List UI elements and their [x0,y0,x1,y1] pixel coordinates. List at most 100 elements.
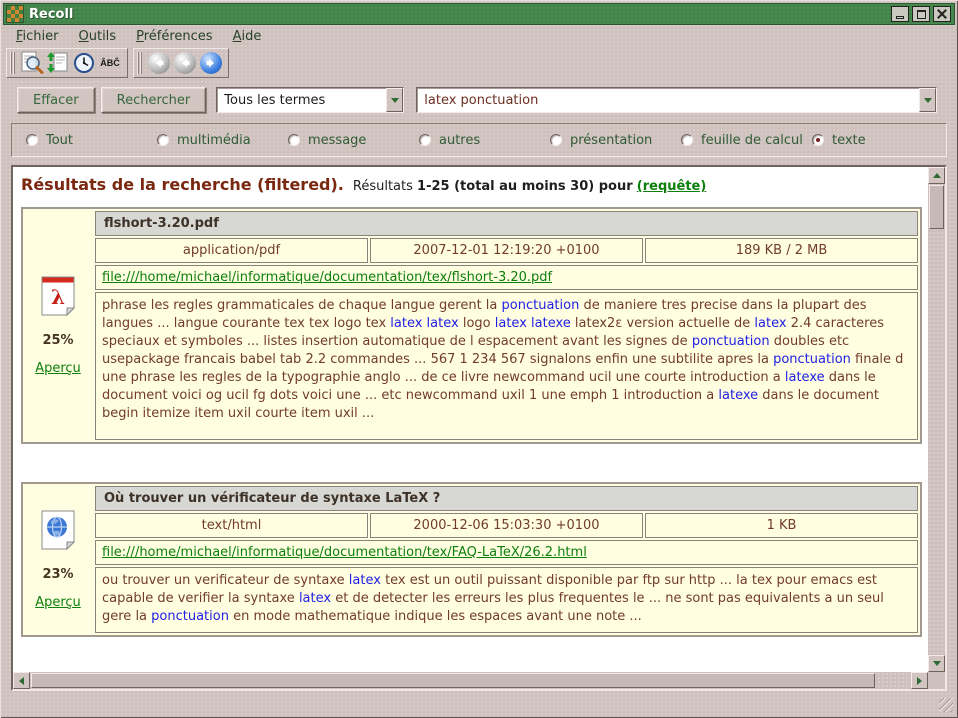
history-clock-icon[interactable] [71,50,97,76]
maximize-button[interactable] [912,6,930,22]
maximize-icon [917,10,926,19]
radio-label: présentation [570,133,652,148]
relevance-percent: 23% [42,567,73,582]
radio-autres[interactable]: autres [419,133,550,148]
previous-page-icon[interactable] [172,50,198,76]
scroll-left-button[interactable] [13,672,30,689]
preview-link[interactable]: Aperçu [35,361,81,376]
term-explorer-icon[interactable]: ÂBĈ [97,50,123,76]
window-controls [891,6,951,22]
next-page-icon[interactable] [198,50,224,76]
scrollbar-corner [928,672,945,689]
pdf-file-icon[interactable]: λ [41,276,75,320]
radio-selected-dot [816,138,820,142]
radio-pr-sentation[interactable]: présentation [550,133,681,148]
recoll-app-icon [7,6,23,22]
modified-date: 2000-12-06 15:03:30 +0100 [370,513,643,538]
radio-texte[interactable]: texte [812,133,866,148]
result-title: Où trouver un vérificateur de syntaxe La… [95,486,918,511]
highlighted-term: latex [754,316,786,331]
search-mode-dropdown-button[interactable] [386,88,403,112]
horizontal-scrollbar-thumb[interactable] [31,673,875,688]
radio-feuille-de-calcul[interactable]: feuille de calcul [681,133,812,148]
html-file-icon[interactable] [41,510,75,554]
radio-button-icon[interactable] [550,134,562,146]
radio-button-icon[interactable] [419,134,431,146]
minimize-icon [896,16,904,19]
document-preview-icon[interactable] [19,50,45,76]
close-button[interactable] [933,6,951,22]
scroll-down-button[interactable] [928,655,945,672]
radio-tout[interactable]: Tout [26,133,157,148]
radio-button-icon[interactable] [26,134,38,146]
arrow-down-icon [933,661,941,666]
arrow-up-icon [933,173,941,178]
menu-item-prfrences[interactable]: Préférences [129,27,219,46]
result-right-column: Où trouver un vérificateur de syntaxe La… [93,484,920,635]
radio-button-icon[interactable] [681,134,693,146]
result-url-row: file:///home/michael/informatique/docume… [95,540,918,565]
result-meta-row: application/pdf2007-12-01 12:19:20 +0100… [95,238,918,263]
toolbar-group-nav [133,48,229,78]
highlighted-term: ponctuation [692,334,770,349]
result-snippet: ou trouver un verificateur de syntaxe la… [95,567,918,633]
minimize-button[interactable] [891,6,909,22]
result-snippet: phrase les regles grammaticales de chaqu… [95,292,918,440]
statusbar [3,691,955,713]
preview-link[interactable]: Aperçu [35,595,81,610]
vertical-scrollbar[interactable] [928,167,945,672]
toolbar-group-main: ÂBĈ [6,48,128,78]
menubar: Fichier Outils Préférences Aide [3,25,955,47]
result-url-row: file:///home/michael/informatique/docume… [95,265,918,290]
highlighted-term: latex latexe [495,316,571,331]
radio-button-icon[interactable] [157,134,169,146]
arrow-right-icon [917,677,922,685]
first-page-icon[interactable] [146,50,172,76]
recoll-window: Recoll Fichier Outils Préférences Aide [0,0,958,718]
result-item: 23% Aperçu Où trouver un vérificateur de s… [21,482,922,637]
highlighted-term: ponctuation [502,298,580,313]
highlighted-term: latexe [718,388,758,403]
query-combobox[interactable] [416,87,937,113]
window-title: Recoll [29,7,885,22]
result-left-column: 23% Aperçu [23,484,93,635]
query-dropdown-button[interactable] [919,88,936,112]
horizontal-scrollbar[interactable] [13,672,928,689]
results-frame: Résultats de la recherche (filtered).Rés… [11,165,947,691]
menu-item-outils[interactable]: Outils [72,27,124,46]
highlighted-term: latex [349,573,381,588]
radio-message[interactable]: message [288,133,419,148]
scroll-up-button[interactable] [928,167,945,184]
scroll-right-button[interactable] [911,672,928,689]
result-url-link[interactable]: file:///home/michael/informatique/docume… [102,545,587,560]
svg-text:λ: λ [51,285,65,309]
radio-button-icon[interactable] [288,134,300,146]
query-details-link[interactable]: (requête) [637,179,707,194]
radio-label: Tout [46,133,73,148]
results-count-prefix: Résultats [353,179,413,194]
search-button[interactable]: Rechercher [101,87,207,113]
toolbar: ÂBĈ [3,47,955,79]
highlighted-term: latexe [785,370,825,385]
relevance-percent: 25% [42,333,73,348]
toolbar-handle[interactable] [10,52,15,74]
vertical-scrollbar-thumb[interactable] [929,185,944,229]
radio-button-icon[interactable] [812,134,824,146]
menu-item-aide[interactable]: Aide [226,27,269,46]
toolbar-handle[interactable] [137,52,142,74]
result-meta-row: text/html2000-12-06 15:03:30 +01001 KB [95,513,918,538]
menu-item-fichier[interactable]: Fichier [9,27,66,46]
clear-button[interactable]: Effacer [17,87,95,113]
search-mode-select[interactable]: Tous les termes [216,87,404,113]
chevron-down-icon [924,98,932,103]
highlighted-term: latex latex [390,316,458,331]
radio-label: texte [832,133,866,148]
close-icon [937,9,947,19]
radio-multim-dia[interactable]: multimédia [157,133,288,148]
result-url-link[interactable]: file:///home/michael/informatique/docume… [102,270,552,285]
radio-label: feuille de calcul [701,133,803,148]
sort-by-date-icon[interactable] [45,50,71,76]
titlebar[interactable]: Recoll [3,3,955,25]
query-input[interactable] [417,93,919,108]
resize-grip-icon[interactable] [939,698,953,712]
